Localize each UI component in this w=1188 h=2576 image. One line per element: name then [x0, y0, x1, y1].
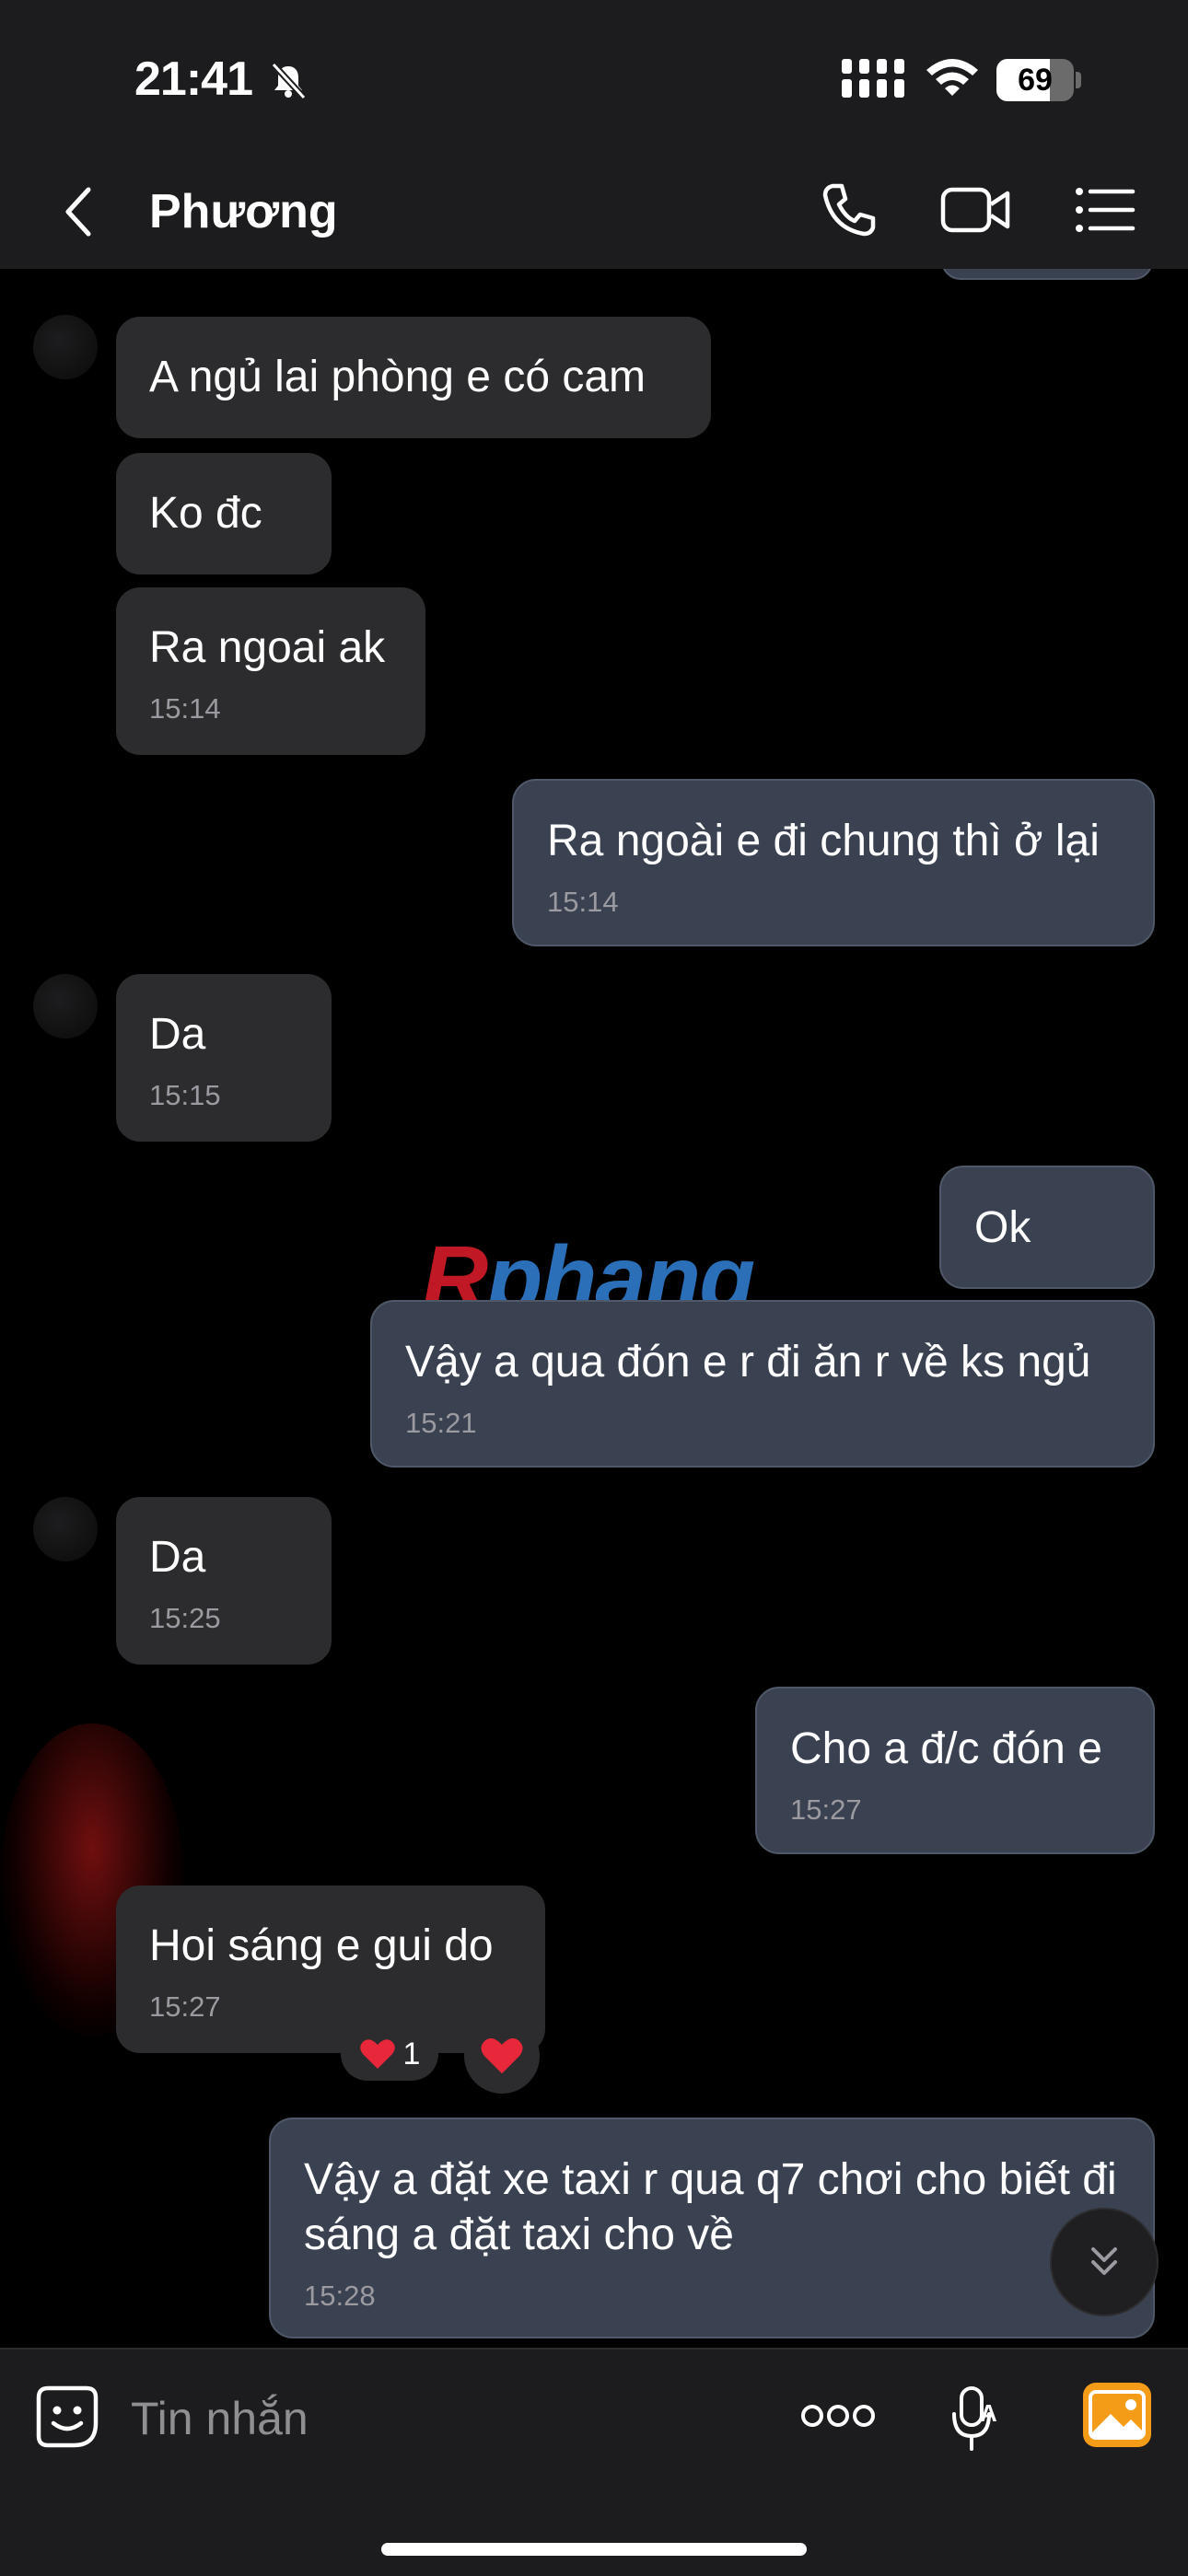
message-time: 15:25	[149, 1602, 221, 1634]
status-time: 21:41	[134, 52, 253, 106]
message-time: 15:14	[547, 886, 619, 918]
phone-icon[interactable]	[820, 180, 879, 239]
message-text: Da	[149, 1533, 206, 1582]
composer-bar: Tin nhắn A	[0, 2348, 1188, 2576]
home-indicator	[381, 2543, 807, 2556]
message-bubble-received[interactable]: Da 15:25	[116, 1497, 332, 1665]
battery-icon: 69	[996, 59, 1081, 101]
message-text: Da	[149, 1010, 206, 1059]
cellular-signal-icon	[842, 59, 904, 98]
message-bubble-sent[interactable]: Vậy a qua đón e r đi ăn r về ks ngủ 15:2…	[370, 1300, 1155, 1468]
message-list[interactable]: A ngủ lai phòng e có cam Ko đc Ra ngoai …	[0, 269, 1188, 2348]
message-text: Ra ngoài e đi chung thì ở lại	[547, 817, 1100, 865]
message-bubble-sent[interactable]: Vậy a đặt xe taxi r qua q7 chơi cho biết…	[269, 2118, 1155, 2338]
message-text: Vậy a đặt xe taxi r qua q7 chơi cho biết…	[304, 2155, 1117, 2259]
message-bubble-received[interactable]: Da 15:15	[116, 974, 332, 1142]
message-time: 15:15	[149, 1079, 221, 1111]
avatar[interactable]	[33, 315, 98, 379]
message-time: 15:27	[790, 1793, 862, 1826]
message-text: Ko đc	[149, 489, 262, 538]
contact-name[interactable]: Phương	[149, 184, 338, 239]
reaction-count: 1	[402, 2036, 421, 2071]
message-bubble-partial[interactable]	[941, 269, 1153, 280]
heart-icon	[359, 2039, 395, 2069]
svg-text:A: A	[980, 2399, 997, 2427]
avatar[interactable]	[33, 974, 98, 1039]
more-icon[interactable]	[799, 2397, 877, 2434]
scroll-down-icon	[1091, 2247, 1117, 2275]
message-bubble-received[interactable]: Ra ngoai ak 15:14	[116, 587, 425, 755]
wifi-icon	[926, 59, 978, 96]
message-text: Ok	[974, 1203, 1031, 1252]
menu-list-icon[interactable]	[1074, 180, 1136, 239]
message-time: 15:14	[149, 692, 221, 725]
reaction-summary[interactable]: 1	[341, 2027, 438, 2081]
message-text: Vậy a qua đón e r đi ăn r về ks ngủ	[405, 1338, 1091, 1387]
message-text: Hoi sáng e gui do	[149, 1921, 494, 1970]
emoji-sticker-icon[interactable]	[33, 2383, 101, 2451]
voice-text-icon[interactable]: A	[949, 2385, 1004, 2453]
message-time: 15:28	[304, 2280, 376, 2312]
message-input[interactable]: Tin nhắn	[131, 2392, 309, 2445]
status-bar: 21:41 69	[0, 0, 1188, 157]
message-text: Ra ngoai ak	[149, 623, 386, 672]
video-icon[interactable]	[939, 180, 1013, 239]
message-text: A ngủ lai phòng e có cam	[149, 353, 646, 401]
image-icon[interactable]	[1083, 2383, 1151, 2447]
avatar[interactable]	[33, 1497, 98, 1561]
back-icon[interactable]	[61, 184, 98, 239]
message-bubble-received[interactable]: Ko đc	[116, 453, 332, 574]
message-bubble-sent[interactable]: Cho a đ/c đón e 15:27	[755, 1687, 1155, 1854]
message-time: 15:21	[405, 1407, 477, 1439]
chat-header: Phương	[0, 157, 1188, 271]
message-text: Cho a đ/c đón e	[790, 1724, 1102, 1773]
bell-slash-icon	[271, 62, 307, 99]
message-bubble-sent[interactable]: Ok	[939, 1166, 1155, 1289]
message-bubble-sent[interactable]: Ra ngoài e đi chung thì ở lại 15:14	[512, 779, 1155, 946]
heart-icon	[481, 2038, 523, 2074]
message-time: 15:27	[149, 1990, 221, 2023]
message-bubble-received[interactable]: A ngủ lai phòng e có cam	[116, 317, 711, 438]
react-heart-button[interactable]	[464, 2018, 540, 2094]
scroll-to-bottom-button[interactable]	[1050, 2208, 1159, 2316]
battery-level: 69	[1018, 63, 1053, 98]
